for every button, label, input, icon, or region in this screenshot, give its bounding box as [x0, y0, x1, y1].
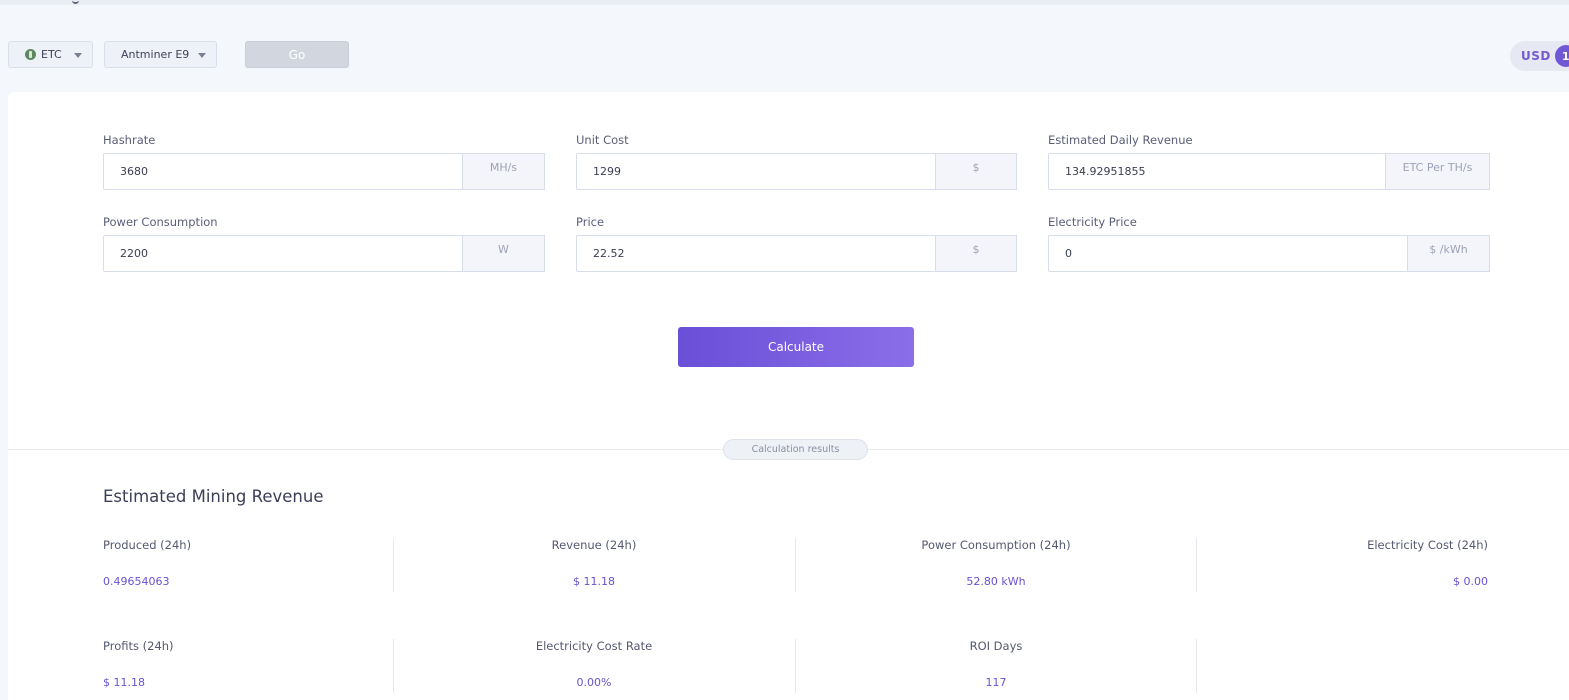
hashrate-input[interactable]: [103, 153, 463, 190]
stat-revenue: Revenue (24h) $ 11.18: [404, 538, 784, 592]
power-field: Power Consumption W: [103, 215, 545, 272]
stat-separator: [393, 639, 394, 693]
daily-revenue-label: Estimated Daily Revenue: [1048, 133, 1193, 147]
etc-coin-icon: [25, 49, 36, 60]
header-glyph: [72, 0, 79, 4]
calculator-card: Hashrate MH/s Unit Cost $ Estimated Dail…: [8, 92, 1569, 700]
unit-cost-label: Unit Cost: [576, 133, 629, 147]
price-label: Price: [576, 215, 605, 229]
electricity-price-unit: $ /kWh: [1408, 235, 1490, 272]
price-unit: $: [936, 235, 1017, 272]
currency-knob: 1: [1555, 45, 1569, 67]
price-field: Price $: [576, 215, 1017, 272]
hashrate-label: Hashrate: [103, 133, 156, 147]
stat-label: ROI Days: [969, 639, 1023, 653]
coin-select[interactable]: ETC: [8, 41, 93, 68]
currency-toggle[interactable]: USD 1: [1510, 41, 1569, 71]
go-button[interactable]: Go: [245, 41, 349, 68]
unit-cost-input[interactable]: [576, 153, 936, 190]
daily-revenue-input[interactable]: [1048, 153, 1386, 190]
miner-select-label: Antminer E9: [121, 48, 190, 61]
power-input[interactable]: [103, 235, 463, 272]
stat-label: Revenue (24h): [551, 538, 637, 552]
electricity-price-input[interactable]: [1048, 235, 1408, 272]
stat-separator: [795, 639, 796, 693]
miner-select[interactable]: Antminer E9: [104, 41, 217, 68]
stat-separator: [1196, 639, 1197, 693]
section-title: Estimated Mining Revenue: [103, 487, 324, 506]
stat-label: Electricity Cost (24h): [1367, 538, 1488, 552]
stat-value: $ 0.00: [1453, 575, 1488, 588]
daily-revenue-unit: ETC Per TH/s: [1386, 153, 1490, 190]
daily-revenue-field: Estimated Daily Revenue ETC Per TH/s: [1048, 133, 1490, 190]
unit-cost-unit: $: [936, 153, 1017, 190]
electricity-price-field: Electricity Price $ /kWh: [1048, 215, 1490, 272]
hashrate-unit: MH/s: [463, 153, 545, 190]
stat-value: 0.00%: [576, 676, 612, 689]
chevron-down-icon: [198, 53, 206, 58]
coin-select-label: ETC: [41, 48, 62, 61]
stat-value: 117: [985, 676, 1007, 689]
stat-separator: [795, 538, 796, 592]
chevron-down-icon: [74, 53, 82, 58]
electricity-price-label: Electricity Price: [1048, 215, 1137, 229]
currency-label: USD: [1521, 49, 1551, 63]
stat-roi-days: ROI Days 117: [806, 639, 1186, 693]
stat-value: $ 11.18: [573, 575, 615, 588]
stat-separator: [393, 538, 394, 592]
calculate-button[interactable]: Calculate: [678, 327, 914, 367]
power-label: Power Consumption: [103, 215, 218, 229]
stat-electricity-cost-rate: Electricity Cost Rate 0.00%: [404, 639, 784, 693]
top-strip: [0, 0, 1569, 5]
power-unit: W: [463, 235, 545, 272]
stat-electricity-cost: Electricity Cost (24h) $ 0.00: [1108, 538, 1488, 592]
results-pill: Calculation results: [723, 439, 868, 460]
unit-cost-field: Unit Cost $: [576, 133, 1017, 190]
price-input[interactable]: [576, 235, 936, 272]
stat-label: Electricity Cost Rate: [535, 639, 653, 653]
hashrate-field: Hashrate MH/s: [103, 133, 545, 190]
